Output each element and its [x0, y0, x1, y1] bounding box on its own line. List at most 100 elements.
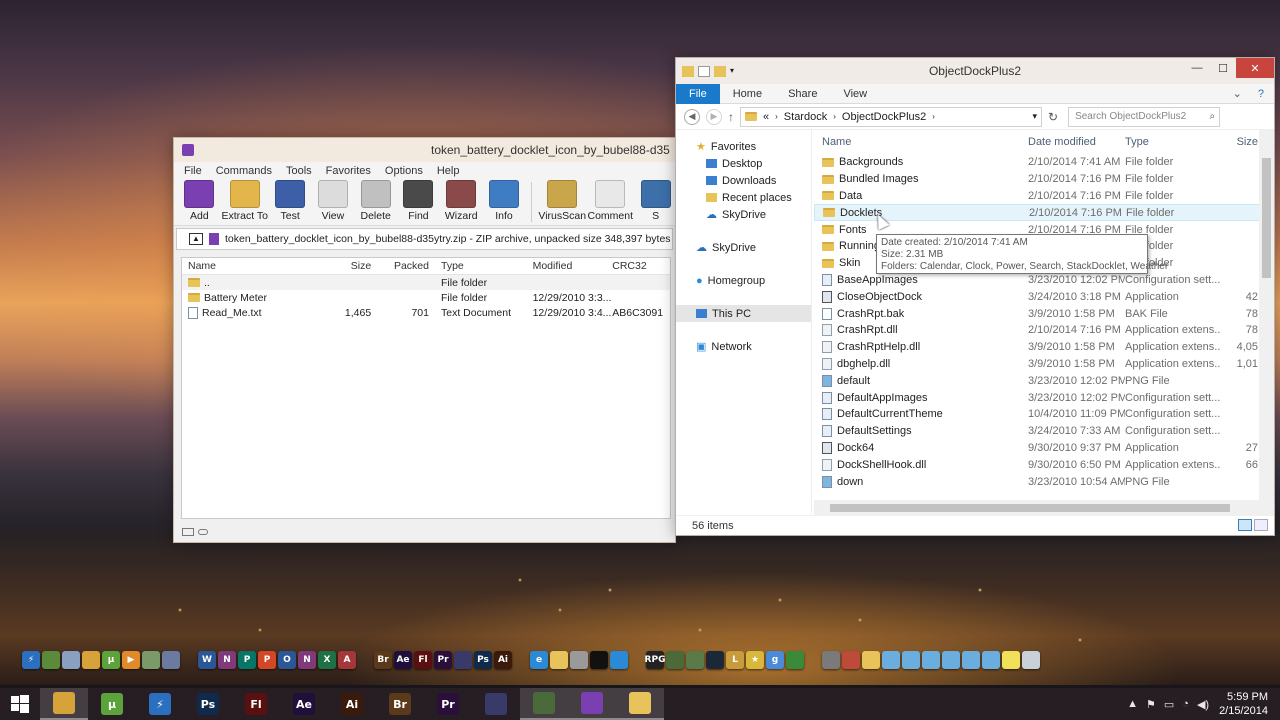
- taskbar-button[interactable]: Br: [376, 688, 424, 720]
- menu-commands[interactable]: Commands: [216, 165, 272, 177]
- up-folder-icon[interactable]: ▲: [189, 233, 203, 245]
- toolbar-s-button[interactable]: S: [636, 180, 675, 222]
- menu-favorites[interactable]: Favorites: [326, 165, 371, 177]
- tile6-icon[interactable]: [982, 651, 1000, 669]
- toolbar-extract-to-button[interactable]: Extract To: [222, 180, 268, 222]
- plant-icon[interactable]: [786, 651, 804, 669]
- taskbar-button[interactable]: [568, 688, 616, 720]
- file-row[interactable]: CrashRpt.bak 3/9/2010 1:58 PM BAK File 78: [814, 305, 1260, 322]
- col-name[interactable]: Name: [814, 136, 1028, 148]
- toolbar-info-button[interactable]: Info: [485, 180, 524, 222]
- taskbar-button[interactable]: Ps: [184, 688, 232, 720]
- explorer-titlebar[interactable]: ▾ ObjectDockPlus2 — ☐ ✕: [676, 58, 1274, 84]
- onenote3-icon[interactable]: N: [298, 651, 316, 669]
- file-row[interactable]: Data 2/10/2014 7:16 PM File folder: [814, 188, 1260, 205]
- media-icon[interactable]: ▶: [122, 651, 140, 669]
- winrar-path-bar[interactable]: ▲ token_battery_docklet_icon_by_bubel88-…: [176, 228, 673, 250]
- nav-desktop[interactable]: Desktop: [676, 155, 811, 172]
- forward-button[interactable]: ▶: [706, 108, 722, 125]
- tile3-icon[interactable]: [922, 651, 940, 669]
- toolbar-add-button[interactable]: Add: [180, 180, 219, 222]
- taskbar-button[interactable]: Pr: [424, 688, 472, 720]
- details-view-button[interactable]: [1238, 519, 1252, 531]
- vertical-scrollbar[interactable]: [1259, 130, 1274, 515]
- tile4-icon[interactable]: [942, 651, 960, 669]
- onenote-icon[interactable]: N: [218, 651, 236, 669]
- access-icon[interactable]: A: [338, 651, 356, 669]
- recycle-bin-icon[interactable]: [1022, 651, 1040, 669]
- stick-rpg-icon[interactable]: RPG: [645, 651, 665, 669]
- tools-icon[interactable]: [142, 651, 160, 669]
- taskbar-button[interactable]: [40, 688, 88, 720]
- menu-file[interactable]: File: [184, 165, 202, 177]
- cmd-icon[interactable]: [590, 651, 608, 669]
- back-button[interactable]: ◀: [684, 108, 700, 125]
- file-row[interactable]: DefaultCurrentTheme 10/4/2010 11:09 PM Con…: [814, 406, 1260, 423]
- breadcrumb-stardock[interactable]: Stardock: [784, 111, 827, 123]
- col-type[interactable]: Type: [437, 260, 533, 272]
- clock[interactable]: 5:59 PM 2/15/2014: [1219, 690, 1268, 718]
- start-button[interactable]: [0, 688, 40, 720]
- utorrent-icon[interactable]: µ: [102, 651, 120, 669]
- file-row[interactable]: CrashRpt.dll 2/10/2014 7:16 PM Application…: [814, 322, 1260, 339]
- tile2-icon[interactable]: [902, 651, 920, 669]
- toolbar-find-button[interactable]: Find: [399, 180, 438, 222]
- nav-favorites[interactable]: ★ Favorites: [676, 138, 811, 155]
- game1-icon[interactable]: [666, 651, 684, 669]
- up-arrow-icon[interactable]: ↑: [728, 110, 734, 124]
- tab-view[interactable]: View: [830, 84, 880, 104]
- scroll-thumb[interactable]: [1262, 158, 1271, 278]
- minecraft-icon[interactable]: [42, 651, 60, 669]
- league-icon[interactable]: L: [726, 651, 744, 669]
- nav-skydrive-favorite[interactable]: ☁ SkyDrive: [676, 206, 811, 223]
- premiere-icon[interactable]: Pr: [434, 651, 452, 669]
- file-row[interactable]: default 3/23/2010 12:02 PM PNG File: [814, 372, 1260, 389]
- file-row[interactable]: CrashRptHelp.dll 3/9/2010 1:58 PM Applicat…: [814, 339, 1260, 356]
- control-icon[interactable]: [570, 651, 588, 669]
- nav-this-pc[interactable]: This PC: [676, 305, 811, 322]
- stardock-icon[interactable]: ⚡: [22, 651, 40, 669]
- chrome-icon[interactable]: [82, 651, 100, 669]
- scroll-thumb[interactable]: [830, 504, 1230, 512]
- file-row[interactable]: dbghelp.dll 3/9/2010 1:58 PM Application e…: [814, 356, 1260, 373]
- nav-skydrive[interactable]: ☁ SkyDrive: [676, 239, 811, 256]
- tab-home[interactable]: Home: [720, 84, 775, 104]
- col-crc32[interactable]: CRC32: [612, 260, 670, 272]
- taskbar-button[interactable]: ⚡: [136, 688, 184, 720]
- battery-icon[interactable]: ▭: [1164, 698, 1174, 711]
- flash-icon[interactable]: Fl: [414, 651, 432, 669]
- bridge-icon[interactable]: Br: [374, 651, 392, 669]
- printer-icon[interactable]: [822, 651, 840, 669]
- winrar-file-list[interactable]: Name Size Packed Type Modified CRC32 .. F…: [181, 257, 671, 519]
- menu-help[interactable]: Help: [437, 165, 460, 177]
- file-row[interactable]: BaseAppImages 3/23/2010 12:02 PM Configura…: [814, 272, 1260, 289]
- gimp-icon[interactable]: g: [766, 651, 784, 669]
- table-row[interactable]: Read_Me.txt 1,465 701 Text Document 12/29/20…: [182, 305, 670, 320]
- nav-recent-places[interactable]: Recent places: [676, 189, 811, 206]
- file-row[interactable]: down 3/23/2010 10:54 AM PNG File: [814, 473, 1260, 490]
- notes-icon[interactable]: [1002, 651, 1020, 669]
- customize-dropdown-icon[interactable]: ▾: [730, 66, 738, 77]
- breadcrumb-overflow[interactable]: «: [763, 111, 769, 123]
- word-icon[interactable]: W: [198, 651, 216, 669]
- taskbar-button[interactable]: Fl: [232, 688, 280, 720]
- tab-share[interactable]: Share: [775, 84, 830, 104]
- file-row[interactable]: DockShellHook.dll 9/30/2010 6:50 PM Applic…: [814, 456, 1260, 473]
- star-icon[interactable]: ★: [746, 651, 764, 669]
- refresh-icon[interactable]: ↻: [1048, 110, 1058, 124]
- file-row[interactable]: DefaultSettings 3/24/2010 7:33 AM Configur…: [814, 423, 1260, 440]
- file-list[interactable]: Name Date modified Type Size Backgrounds…: [814, 130, 1260, 514]
- wifi-icon[interactable]: ◔: [1182, 698, 1189, 711]
- search-input[interactable]: Search ObjectDockPlus2 ⌕: [1068, 106, 1221, 127]
- publisher-icon[interactable]: P: [238, 651, 256, 669]
- tab-file[interactable]: File: [676, 83, 720, 104]
- game2-icon[interactable]: [686, 651, 704, 669]
- taskbar-button[interactable]: [616, 688, 664, 720]
- large-icons-view-button[interactable]: [1254, 519, 1268, 531]
- powerpoint-icon[interactable]: P: [258, 651, 276, 669]
- breadcrumb-objectdockplus2[interactable]: ObjectDockPlus2: [842, 111, 926, 123]
- col-modified[interactable]: Modified: [533, 260, 613, 272]
- close-button[interactable]: ✕: [1236, 58, 1274, 78]
- col-name[interactable]: Name: [182, 260, 314, 272]
- table-row[interactable]: .. File folder: [182, 275, 670, 290]
